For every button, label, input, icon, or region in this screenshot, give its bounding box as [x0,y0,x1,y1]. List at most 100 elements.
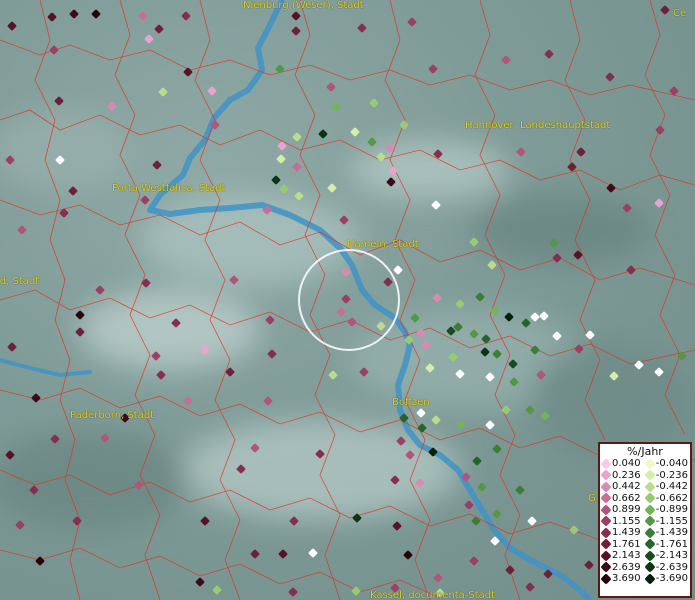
measurement-marker[interactable] [626,265,636,275]
measurement-marker[interactable] [432,293,442,303]
measurement-marker[interactable] [336,307,346,317]
map-canvas[interactable]: Nienburg (Weser), Stadt Porta Westfalica… [0,0,695,600]
measurement-marker[interactable] [95,285,105,295]
measurement-marker[interactable] [492,509,502,519]
measurement-marker[interactable] [288,587,298,597]
measurement-marker[interactable] [585,330,595,340]
measurement-marker[interactable] [271,175,281,185]
measurement-marker[interactable] [49,45,59,55]
measurement-marker[interactable] [328,370,338,380]
measurement-marker[interactable] [487,260,497,270]
measurement-marker[interactable] [7,21,17,31]
measurement-marker[interactable] [351,586,361,596]
measurement-marker[interactable] [431,200,441,210]
measurement-marker[interactable] [516,147,526,157]
measurement-marker[interactable] [403,550,413,560]
measurement-marker[interactable] [331,102,341,112]
measurement-marker[interactable] [47,12,57,22]
measurement-marker[interactable] [464,500,474,510]
measurement-marker[interactable] [576,147,586,157]
measurement-marker[interactable] [183,396,193,406]
measurement-marker[interactable] [469,556,479,566]
measurement-marker[interactable] [569,525,579,535]
measurement-marker[interactable] [308,548,318,558]
measurement-marker[interactable] [91,9,101,19]
measurement-marker[interactable] [35,556,45,566]
measurement-marker[interactable] [471,516,481,526]
measurement-marker[interactable] [606,183,616,193]
measurement-marker[interactable] [341,267,351,277]
measurement-marker[interactable] [654,198,664,208]
measurement-marker[interactable] [350,127,360,137]
measurement-marker[interactable] [472,456,482,466]
measurement-marker[interactable] [392,521,402,531]
measurement-marker[interactable] [527,516,537,526]
measurement-marker[interactable] [416,408,426,418]
measurement-marker[interactable] [7,342,17,352]
measurement-marker[interactable] [660,5,670,15]
measurement-marker[interactable] [144,34,154,44]
measurement-marker[interactable] [399,120,409,130]
measurement-marker[interactable] [292,162,302,172]
measurement-marker[interactable] [152,160,162,170]
measurement-marker[interactable] [327,183,337,193]
measurement-marker[interactable] [275,64,285,74]
measurement-marker[interactable] [456,420,466,430]
measurement-marker[interactable] [158,87,168,97]
measurement-marker[interactable] [428,64,438,74]
measurement-marker[interactable] [183,67,193,77]
measurement-marker[interactable] [492,444,502,454]
measurement-marker[interactable] [544,49,554,59]
measurement-marker[interactable] [207,86,217,96]
measurement-marker[interactable] [156,370,166,380]
measurement-marker[interactable] [455,299,465,309]
measurement-marker[interactable] [477,482,487,492]
measurement-marker[interactable] [17,225,27,235]
measurement-marker[interactable] [341,294,351,304]
measurement-marker[interactable] [539,311,549,321]
measurement-marker[interactable] [54,96,64,106]
measurement-marker[interactable] [278,549,288,559]
measurement-marker[interactable] [584,560,594,570]
measurement-marker[interactable] [515,485,525,495]
measurement-marker[interactable] [291,11,301,21]
measurement-marker[interactable] [181,11,191,21]
measurement-marker[interactable] [195,577,205,587]
measurement-marker[interactable] [250,549,260,559]
measurement-marker[interactable] [383,277,393,287]
measurement-marker[interactable] [263,396,273,406]
measurement-marker[interactable] [655,125,665,135]
measurement-marker[interactable] [407,17,417,27]
measurement-marker[interactable] [417,423,427,433]
measurement-marker[interactable] [200,516,210,526]
measurement-marker[interactable] [276,154,286,164]
measurement-marker[interactable] [326,82,336,92]
measurement-marker[interactable] [141,278,151,288]
measurement-marker[interactable] [107,101,117,111]
measurement-marker[interactable] [501,55,511,65]
measurement-marker[interactable] [69,9,79,19]
measurement-marker[interactable] [140,195,150,205]
measurement-marker[interactable] [367,137,377,147]
measurement-marker[interactable] [475,292,485,302]
measurement-marker[interactable] [318,129,328,139]
measurement-marker[interactable] [292,132,302,142]
measurement-marker[interactable] [357,23,367,33]
measurement-marker[interactable] [15,520,25,530]
measurement-marker[interactable] [605,72,615,82]
measurement-marker[interactable] [525,582,535,592]
measurement-marker[interactable] [431,415,441,425]
measurement-marker[interactable] [138,11,148,21]
measurement-marker[interactable] [291,26,301,36]
measurement-marker[interactable] [347,317,357,327]
measurement-marker[interactable] [267,349,277,359]
measurement-marker[interactable] [505,565,515,575]
measurement-marker[interactable] [279,184,289,194]
measurement-marker[interactable] [31,393,41,403]
measurement-marker[interactable] [485,420,495,430]
measurement-marker[interactable] [212,585,222,595]
measurement-marker[interactable] [433,573,443,583]
measurement-marker[interactable] [75,310,85,320]
measurement-marker[interactable] [369,98,379,108]
measurement-marker[interactable] [265,315,275,325]
